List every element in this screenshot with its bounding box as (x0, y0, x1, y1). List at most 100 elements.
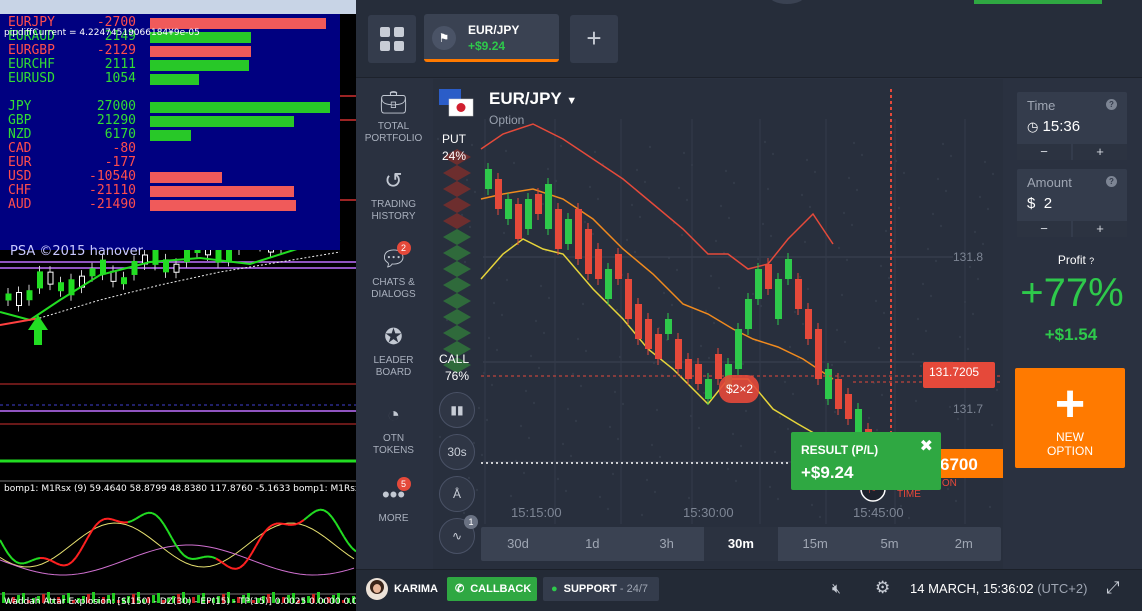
sidebar-item-medal[interactable]: ✪ LEADER BOARD (356, 323, 431, 379)
new-option-label-2: OPTION (1046, 444, 1093, 458)
currency-name: EURCHF (8, 57, 55, 72)
grid-icon (380, 27, 404, 51)
amount-field[interactable]: $ 2 (1027, 195, 1052, 212)
phone-icon: ✆ (455, 583, 465, 595)
gear-icon[interactable]: ⚙ (875, 578, 890, 598)
currency-name: NZD (8, 127, 32, 142)
sidebar-label: TOKENS (373, 445, 414, 456)
user-name[interactable]: KARIMA (394, 577, 438, 601)
strength-row: CAD -80 (8, 142, 333, 156)
close-icon[interactable]: ✖ (920, 436, 933, 456)
token-icon: ◔ (386, 402, 401, 427)
timeframe-bar: 30d 1d 3h 30m 15m 5m 2m (481, 527, 1001, 561)
callback-button[interactable]: ✆ CALLBACK (447, 577, 537, 601)
strength-bar (150, 102, 330, 113)
candlestick-chart[interactable]: 131.8131.7131.72051316700$2×2⚑EXPIRATION… (433, 79, 1003, 569)
sidebar-item-token[interactable]: ◔ OTN TOKENS (356, 401, 431, 457)
sidebar-item-briefcase[interactable]: 💼︎ TOTAL PORTFOLIO (356, 89, 431, 145)
asset-name[interactable]: EUR/JPY ▼ (489, 89, 577, 109)
timeframe-30s-button[interactable]: 30s (439, 434, 475, 470)
currency-value: 27000 (96, 99, 136, 114)
timeframe-1d[interactable]: 1d (555, 527, 629, 561)
trading-platform: ⚑ EUR/JPY +$9.24 + 💼︎ TOTAL PORTFOLIO ↺ TRAD… (356, 0, 1142, 611)
put-sentiment: PUT 24% (442, 131, 466, 165)
bet-marker[interactable]: $2×2 (726, 382, 753, 396)
currency-strength-panel: EURJPY -2700 EURAUD 2149 EURGBP -2129 EURCHF 21… (0, 14, 340, 259)
timeframe-5m[interactable]: 5m (853, 527, 927, 561)
sidebar-item-history[interactable]: ↺ TRADING HISTORY (356, 167, 431, 223)
avatar[interactable] (768, 0, 806, 4)
strength-row: AUD -21490 (8, 198, 333, 212)
indicator-icon: ∿ (451, 529, 463, 543)
currency-value: -21490 (89, 197, 136, 212)
timeframe-15m[interactable]: 15m (778, 527, 852, 561)
strength-bar (150, 172, 222, 183)
notification-badge: 2 (396, 241, 411, 255)
pipdiff-label: pipdiffCurrent = 4.22474519066184¥9e-05 (4, 28, 200, 38)
sidebar-label: TRADING (371, 199, 416, 210)
fullscreen-icon[interactable]: ⤢ (1106, 578, 1120, 598)
currency-value: -2129 (96, 43, 136, 58)
price-label: 131.8 (953, 250, 983, 264)
timeframe-30m[interactable]: 30m (703, 527, 778, 561)
amount-minus-button[interactable]: − (1017, 221, 1071, 237)
drawing-tool-button[interactable]: Å (439, 476, 475, 512)
chevron-down-icon[interactable]: ▼ (566, 95, 577, 107)
time-value[interactable]: ◷ 15:36 (1027, 118, 1080, 135)
asset-type: Option (489, 113, 525, 127)
result-popup[interactable]: RESULT (P/L) +$9.24 ✖ (791, 432, 941, 490)
chart-area[interactable]: 131.8131.7131.72051316700$2×2⚑EXPIRATION… (433, 79, 1003, 569)
add-asset-button[interactable]: + (570, 15, 618, 63)
amount-plus-button[interactable]: + (1073, 221, 1127, 237)
sidebar-item-chat[interactable]: 💬︎ 2 CHATS & DIALOGS (356, 241, 431, 301)
time-box[interactable]: Time ? ◷ 15:36 − + (1017, 92, 1127, 160)
call-percent: 76% (445, 369, 470, 383)
sidebar-label: HISTORY (371, 211, 416, 222)
strength-row: GBP 21290 (8, 114, 333, 128)
waddah-label: Waddah Attar Explosion: [S(150) - DZ(30)… (4, 597, 356, 607)
timeframe-2m[interactable]: 2m (927, 527, 1001, 561)
candles-tool-button[interactable]: ▮▮ (439, 392, 475, 428)
notification-badge: 5 (396, 477, 411, 491)
asset-tab-eurjpy[interactable]: ⚑ EUR/JPY +$9.24 (424, 14, 559, 62)
user-avatar[interactable] (366, 578, 388, 600)
strength-row: EURUSD 1054 (8, 72, 333, 86)
strength-bar (150, 200, 296, 211)
help-icon[interactable]: ? (1089, 256, 1094, 266)
clock: 14 MARCH, 15:36:02 (UTC+2) (910, 581, 1088, 596)
currency-value: 6170 (104, 127, 136, 142)
strength-bar (150, 60, 249, 71)
indicators-button[interactable]: ∿ 1 (439, 515, 478, 554)
currency-value: -10540 (89, 169, 136, 184)
new-option-button[interactable]: + NEW OPTION (1015, 368, 1125, 468)
oscillator-label: bomp1: M1Rsx (9) 59.4640 58.8799 48.8380… (4, 484, 356, 494)
strength-bar (150, 46, 251, 57)
new-option-label-1: NEW (1056, 430, 1084, 444)
time-axis-label: 15:15:00 (511, 505, 562, 520)
current-price-badge: 131.7205 (929, 365, 979, 379)
help-icon[interactable]: ? (1106, 99, 1117, 110)
time-minus-button[interactable]: − (1017, 144, 1071, 160)
help-icon[interactable]: ? (1106, 176, 1117, 187)
call-sentiment: CALL 76% (439, 351, 469, 385)
clock-icon: ◷ (1027, 119, 1039, 134)
amount-box[interactable]: Amount ? $ 2 − + (1017, 169, 1127, 237)
sidebar-item-more[interactable]: ••• 5 MORE (356, 477, 431, 525)
deposit-button-edge[interactable] (974, 0, 1102, 4)
timeframe-30d[interactable]: 30d (481, 527, 555, 561)
support-button[interactable]: ● SUPPORT - 24/7 (543, 577, 659, 601)
mute-icon[interactable]: 🔇︎ (832, 580, 841, 597)
put-percent: 24% (442, 149, 467, 163)
sidebar-label: CHATS & (372, 277, 415, 288)
sidebar-label: BOARD (375, 367, 412, 378)
amount-label: Amount (1027, 175, 1072, 190)
time-axis-label: 15:45:00 (853, 505, 904, 520)
strength-row: USD -10540 (8, 170, 333, 184)
call-label: CALL (439, 352, 470, 366)
time-plus-button[interactable]: + (1073, 144, 1127, 160)
timeframe-3h[interactable]: 3h (630, 527, 704, 561)
price-badge-main: 6700 (940, 455, 978, 474)
indicator-badge: 1 (464, 515, 478, 529)
assets-grid-button[interactable] (368, 15, 416, 63)
chat-icon: 💬︎ 2 (379, 241, 411, 273)
